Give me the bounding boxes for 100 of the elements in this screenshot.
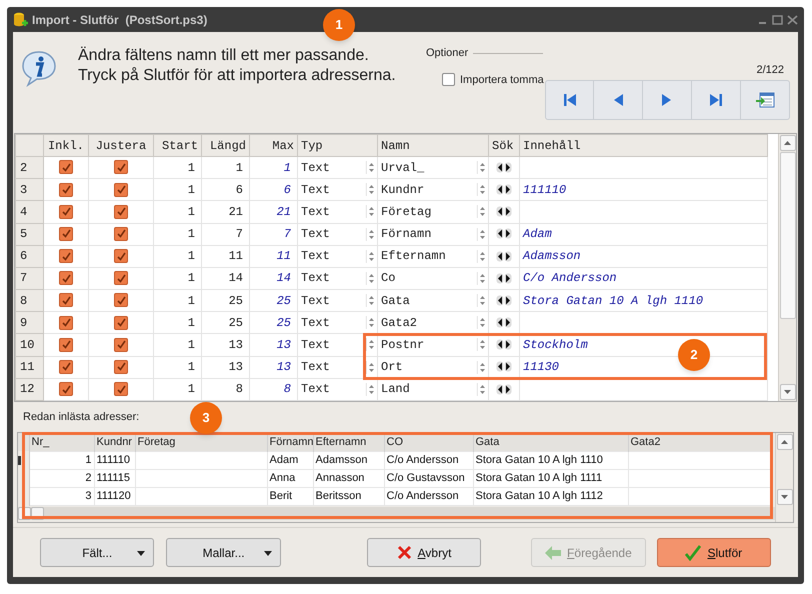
spinner-icon[interactable]: [366, 228, 374, 241]
spinner-icon[interactable]: [366, 294, 374, 308]
close-icon[interactable]: [787, 14, 798, 24]
column-header[interactable]: Innehåll: [520, 134, 768, 156]
checkbox[interactable]: [59, 182, 73, 197]
column-header[interactable]: Inkl.: [44, 134, 88, 156]
maximize-icon[interactable]: [772, 14, 783, 24]
spinner-icon[interactable]: [366, 382, 374, 396]
spinner-icon[interactable]: [366, 205, 374, 218]
spinner-icon[interactable]: [366, 161, 374, 174]
column-header[interactable]: Sök: [488, 134, 520, 156]
vertical-scrollbar[interactable]: [775, 433, 793, 522]
search-arrows-icon[interactable]: [496, 206, 512, 218]
cancel-button[interactable]: Avbryt: [366, 538, 482, 567]
spinner-icon[interactable]: [477, 338, 485, 352]
name-field[interactable]: Ort: [381, 360, 403, 374]
name-field[interactable]: Land: [381, 382, 410, 396]
column-header[interactable]: Längd: [202, 134, 250, 156]
checkbox[interactable]: [59, 316, 73, 330]
spinner-icon[interactable]: [366, 183, 374, 196]
search-arrows-icon[interactable]: [496, 250, 512, 262]
export-button[interactable]: [741, 80, 790, 120]
first-record-button[interactable]: [545, 80, 594, 120]
column-header[interactable]: Namn: [378, 134, 488, 156]
column-header[interactable]: Max: [250, 134, 298, 156]
window-arrow-icon: [755, 91, 775, 109]
search-arrows-icon[interactable]: [496, 162, 512, 173]
checkbox[interactable]: [59, 160, 73, 174]
next-record-button[interactable]: [643, 80, 692, 120]
row-number: 6: [16, 245, 44, 268]
spinner-icon[interactable]: [477, 250, 485, 263]
column-header[interactable]: Typ: [298, 134, 378, 156]
scroll-up-icon[interactable]: [781, 440, 788, 444]
search-arrows-icon[interactable]: [496, 272, 512, 284]
dropdown-button[interactable]: Mallar...: [166, 538, 281, 567]
name-field[interactable]: Co: [381, 271, 396, 286]
column-header[interactable]: Förnamn: [267, 433, 313, 451]
column-header[interactable]: CO: [384, 433, 473, 451]
checkbox[interactable]: [59, 226, 73, 241]
checkbox[interactable]: [114, 226, 128, 241]
search-arrows-icon[interactable]: [496, 384, 512, 395]
spinner-icon[interactable]: [366, 316, 374, 330]
checkbox[interactable]: [114, 293, 128, 308]
table-cell: 21: [250, 200, 298, 224]
name-field[interactable]: Gata: [381, 294, 410, 308]
search-arrows-icon[interactable]: [496, 228, 512, 240]
table-cell: Stora Gatan 10 A lgh 1112: [476, 490, 603, 502]
checkbox[interactable]: [59, 382, 73, 396]
last-record-button[interactable]: [692, 80, 741, 120]
row-number: 7: [16, 267, 44, 290]
spinner-icon[interactable]: [366, 338, 374, 352]
scroll-down-icon[interactable]: [784, 390, 791, 394]
spinner-icon[interactable]: [477, 316, 485, 330]
column-header[interactable]: Gata: [473, 433, 628, 451]
search-arrows-icon[interactable]: [496, 361, 512, 372]
search-arrows-icon[interactable]: [496, 184, 512, 196]
checkbox[interactable]: [59, 204, 73, 219]
checkbox[interactable]: [114, 204, 128, 219]
import-empty-checkbox[interactable]: Importera tomma: [442, 72, 544, 88]
vertical-scrollbar[interactable]: [778, 134, 796, 401]
checkbox[interactable]: [114, 316, 128, 330]
scroll-up-icon[interactable]: [784, 141, 791, 145]
column-header[interactable]: Nr_: [29, 433, 94, 451]
checkbox[interactable]: [59, 293, 73, 308]
checkbox[interactable]: [114, 182, 128, 197]
previous-record-button[interactable]: [594, 80, 643, 120]
spinner-icon[interactable]: [366, 272, 374, 285]
search-arrows-icon[interactable]: [496, 317, 512, 328]
checkbox[interactable]: [114, 249, 128, 264]
spinner-icon[interactable]: [477, 228, 485, 241]
checkbox[interactable]: [114, 338, 128, 352]
search-arrows-icon[interactable]: [496, 294, 512, 306]
table-cell: C/o Andersson: [386, 454, 459, 466]
column-header[interactable]: Start: [154, 134, 202, 156]
spinner-icon[interactable]: [366, 250, 374, 263]
scroll-down-icon[interactable]: [781, 495, 788, 499]
dropdown-button[interactable]: Fält...: [40, 538, 154, 567]
checkbox[interactable]: [59, 338, 73, 352]
column-header[interactable]: Kundnr: [94, 433, 135, 451]
spinner-icon[interactable]: [477, 161, 485, 174]
spinner-icon[interactable]: [477, 360, 485, 374]
search-arrows-icon[interactable]: [496, 339, 512, 350]
finish-button[interactable]: Slutför: [656, 538, 772, 567]
checkbox[interactable]: [114, 271, 128, 286]
checkbox[interactable]: [114, 382, 128, 396]
spinner-icon[interactable]: [477, 382, 485, 396]
spinner-icon[interactable]: [477, 294, 485, 308]
column-header[interactable]: Justera: [88, 134, 154, 156]
checkbox[interactable]: [59, 360, 73, 374]
checkbox[interactable]: [114, 160, 128, 174]
spinner-icon[interactable]: [477, 183, 485, 196]
column-header[interactable]: Gata2: [628, 433, 772, 451]
spinner-icon[interactable]: [477, 205, 485, 218]
table-cell: Stockholm: [523, 338, 588, 352]
checkbox[interactable]: [59, 249, 73, 264]
checkbox[interactable]: [59, 271, 73, 286]
spinner-icon[interactable]: [366, 360, 374, 374]
spinner-icon[interactable]: [477, 272, 485, 285]
checkbox[interactable]: [114, 360, 128, 374]
column-header[interactable]: Efternamn: [313, 433, 384, 451]
